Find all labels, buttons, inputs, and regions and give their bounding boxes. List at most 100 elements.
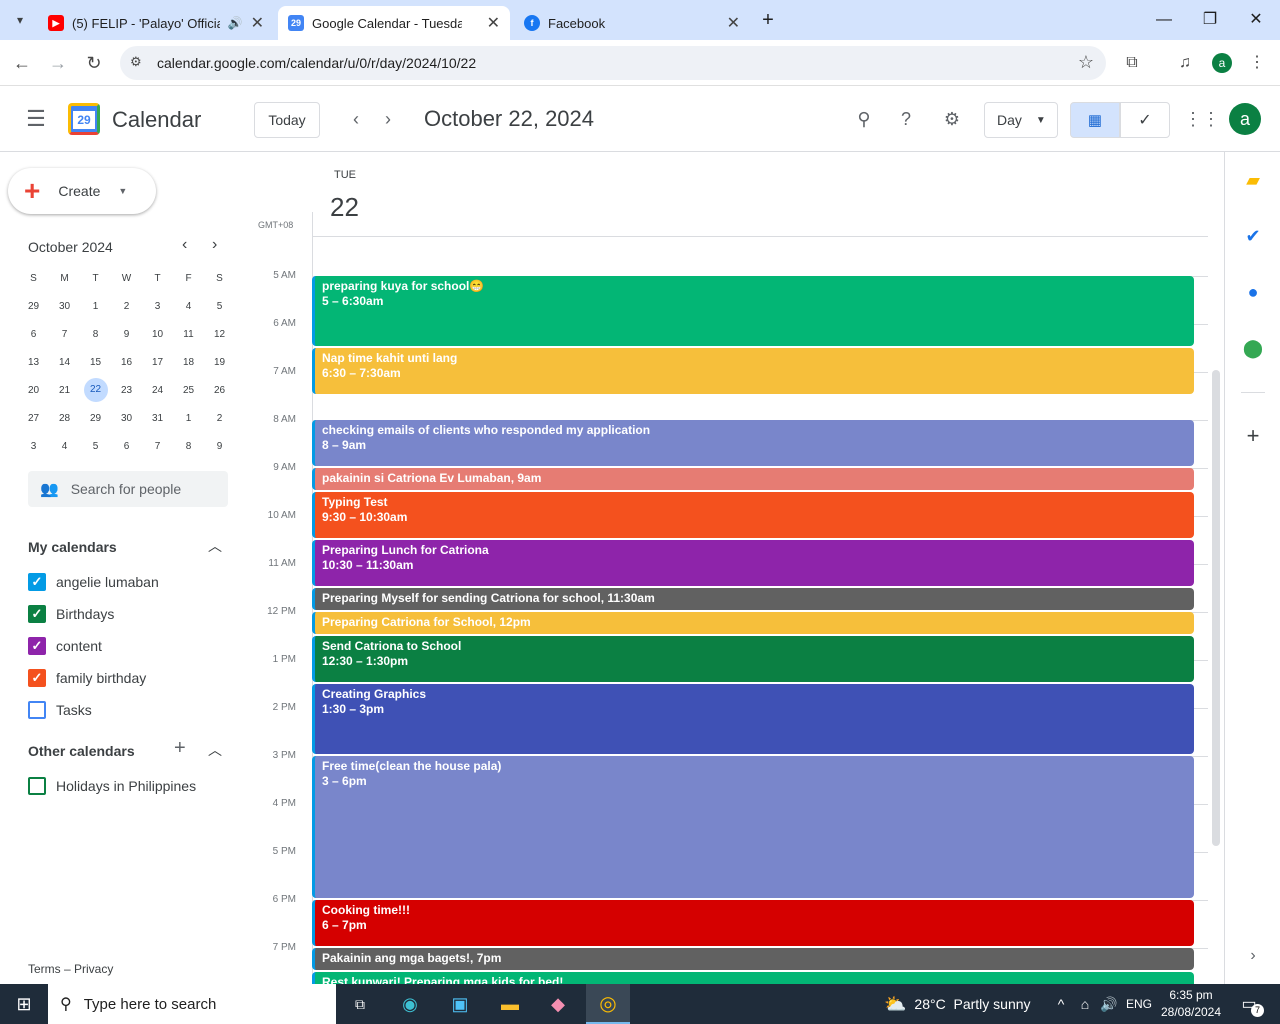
checkbox[interactable]: ✓	[28, 637, 46, 655]
tab-search-chevron-icon[interactable]: ▾	[8, 8, 32, 32]
apps-grid-icon[interactable]: ⋮⋮	[1184, 105, 1220, 133]
my-calendars-heading[interactable]: My calendars	[28, 539, 117, 555]
mini-calendar-day[interactable]: 30	[111, 404, 142, 432]
main-menu-icon[interactable]: ☰	[22, 105, 50, 133]
file-explorer-icon[interactable]: ▬	[490, 984, 530, 1024]
task-view-icon[interactable]: ⧉	[340, 984, 380, 1024]
mini-calendar-day[interactable]: 25	[173, 376, 204, 404]
mini-calendar-day[interactable]: 24	[142, 376, 173, 404]
mini-calendar-day[interactable]: 29	[18, 292, 49, 320]
forward-button[interactable]: →	[45, 50, 71, 76]
notification-icon[interactable]: ▭ 7	[1234, 984, 1264, 1024]
taskbar-search-box[interactable]: ⚲ Type here to search	[48, 984, 336, 1024]
close-icon[interactable]: ✕	[251, 13, 264, 33]
calendar-list-item[interactable]: ✓ Birthdays	[28, 602, 114, 626]
browser-tab-calendar[interactable]: 29 Google Calendar - Tuesday, Oc ✕	[278, 6, 510, 40]
keep-icon[interactable]: ▰	[1241, 168, 1265, 192]
chrome-icon[interactable]: ◎	[586, 984, 630, 1024]
browser-tab-youtube[interactable]: ▶ (5) FELIP - 'Palayo' Official M 🔊 ✕	[38, 6, 274, 40]
mini-calendar-day[interactable]: 8	[80, 320, 111, 348]
mini-calendar-day[interactable]: 14	[49, 348, 80, 376]
calendar-event[interactable]: Creating Graphics 1:30 – 3pm	[312, 684, 1194, 754]
tasks-icon[interactable]: ✔	[1241, 224, 1265, 248]
calendar-event[interactable]: preparing kuya for school😁 5 – 6:30am	[312, 276, 1194, 346]
calendar-event[interactable]: Typing Test 9:30 – 10:30am	[312, 492, 1194, 538]
mini-calendar-day[interactable]: 9	[111, 320, 142, 348]
media-control-icon[interactable]: ♫	[1172, 50, 1198, 76]
volume-icon[interactable]: 🔊	[1098, 984, 1120, 1024]
mini-calendar-day[interactable]: 27	[18, 404, 49, 432]
bookmark-star-icon[interactable]: ☆	[1078, 52, 1094, 73]
mini-calendar-day[interactable]: 29	[80, 404, 111, 432]
calendar-view-toggle[interactable]: ▦	[1070, 102, 1120, 138]
calendar-list-item[interactable]: Tasks	[28, 698, 92, 722]
calendar-list-item[interactable]: ✓ angelie lumaban	[28, 570, 159, 594]
today-button[interactable]: Today	[254, 102, 320, 138]
mini-calendar-day[interactable]: 6	[18, 320, 49, 348]
mini-calendar-day[interactable]: 17	[142, 348, 173, 376]
mini-calendar-day[interactable]: 7	[142, 432, 173, 460]
photo-app-icon[interactable]: ◆	[538, 984, 578, 1024]
mini-calendar-day[interactable]: 1	[80, 292, 111, 320]
store-icon[interactable]: ▣	[440, 984, 480, 1024]
mini-calendar-day[interactable]: 20	[18, 376, 49, 404]
calendar-event[interactable]: Free time(clean the house pala) 3 – 6pm	[312, 756, 1194, 898]
expand-panel-icon[interactable]: ›	[1241, 944, 1265, 968]
mini-calendar-day[interactable]: 5	[80, 432, 111, 460]
mini-calendar-day[interactable]: 30	[49, 292, 80, 320]
mini-calendar-day[interactable]: 22	[80, 376, 111, 404]
speaker-icon[interactable]: 🔊	[228, 16, 243, 30]
mini-calendar-day[interactable]: 12	[204, 320, 235, 348]
terms-privacy-link[interactable]: Terms – Privacy	[28, 962, 113, 976]
mini-calendar-day[interactable]: 3	[18, 432, 49, 460]
search-icon[interactable]: ⚲	[850, 105, 878, 133]
checkbox[interactable]	[28, 701, 46, 719]
site-info-icon[interactable]: ⚙	[130, 54, 142, 70]
mini-calendar-day[interactable]: 2	[111, 292, 142, 320]
checkbox[interactable]: ✓	[28, 669, 46, 687]
calendar-event[interactable]: Nap time kahit unti lang 6:30 – 7:30am	[312, 348, 1194, 394]
create-button[interactable]: + Create ▼	[8, 168, 156, 214]
contacts-icon[interactable]: ●	[1241, 280, 1265, 304]
language-indicator[interactable]: ENG	[1122, 984, 1156, 1024]
mini-calendar-day[interactable]: 9	[204, 432, 235, 460]
maps-icon[interactable]: ⬤	[1241, 336, 1265, 360]
mini-calendar-day[interactable]: 18	[173, 348, 204, 376]
reload-button[interactable]: ↻	[81, 50, 107, 76]
mini-calendar-day[interactable]: 16	[111, 348, 142, 376]
other-calendars-heading[interactable]: Other calendars	[28, 743, 135, 759]
mini-calendar-day[interactable]: 8	[173, 432, 204, 460]
mini-calendar-day[interactable]: 15	[80, 348, 111, 376]
calendar-list-item[interactable]: Holidays in Philippines	[28, 774, 196, 798]
minimize-button[interactable]: —	[1152, 8, 1176, 32]
collapse-chevron-icon[interactable]: ︿	[208, 536, 222, 556]
window-close-button[interactable]: ✕	[1244, 8, 1268, 32]
settings-gear-icon[interactable]: ⚙	[938, 105, 966, 133]
account-avatar[interactable]: a	[1229, 103, 1261, 135]
mini-calendar-day[interactable]: 10	[142, 320, 173, 348]
mini-calendar-day[interactable]: 28	[49, 404, 80, 432]
calendar-event[interactable]: Preparing Myself for sending Catriona fo…	[312, 588, 1194, 610]
checkbox[interactable]: ✓	[28, 573, 46, 591]
new-tab-button[interactable]: +	[756, 8, 780, 32]
calendar-list-item[interactable]: ✓ family birthday	[28, 666, 146, 690]
mini-calendar-day[interactable]: 1	[173, 404, 204, 432]
mini-calendar-day[interactable]: 26	[204, 376, 235, 404]
add-addon-icon[interactable]: +	[1241, 424, 1265, 448]
mini-calendar-day[interactable]: 4	[49, 432, 80, 460]
checkbox[interactable]	[28, 777, 46, 795]
calendar-event[interactable]: Send Catriona to School 12:30 – 1:30pm	[312, 636, 1194, 682]
help-icon[interactable]: ?	[892, 105, 920, 133]
next-day-icon[interactable]: ›	[374, 105, 402, 133]
profile-avatar[interactable]: a	[1212, 53, 1232, 73]
mini-calendar-day[interactable]: 5	[204, 292, 235, 320]
close-icon[interactable]: ✕	[727, 13, 740, 33]
view-selector[interactable]: Day ▼	[984, 102, 1058, 138]
calendar-event[interactable]: Preparing Catriona for School, 12pm	[312, 612, 1194, 634]
network-icon[interactable]: ⌂	[1074, 984, 1096, 1024]
mini-calendar-day[interactable]: 21	[49, 376, 80, 404]
weather-widget[interactable]: ⛅ 28°C Partly sunny	[884, 984, 1034, 1024]
calendar-event[interactable]: Cooking time!!! 6 – 7pm	[312, 900, 1194, 946]
calendar-event[interactable]: Pakainin ang mga bagets!, 7pm	[312, 948, 1194, 970]
search-people-input[interactable]: 👥 Search for people	[28, 471, 228, 507]
